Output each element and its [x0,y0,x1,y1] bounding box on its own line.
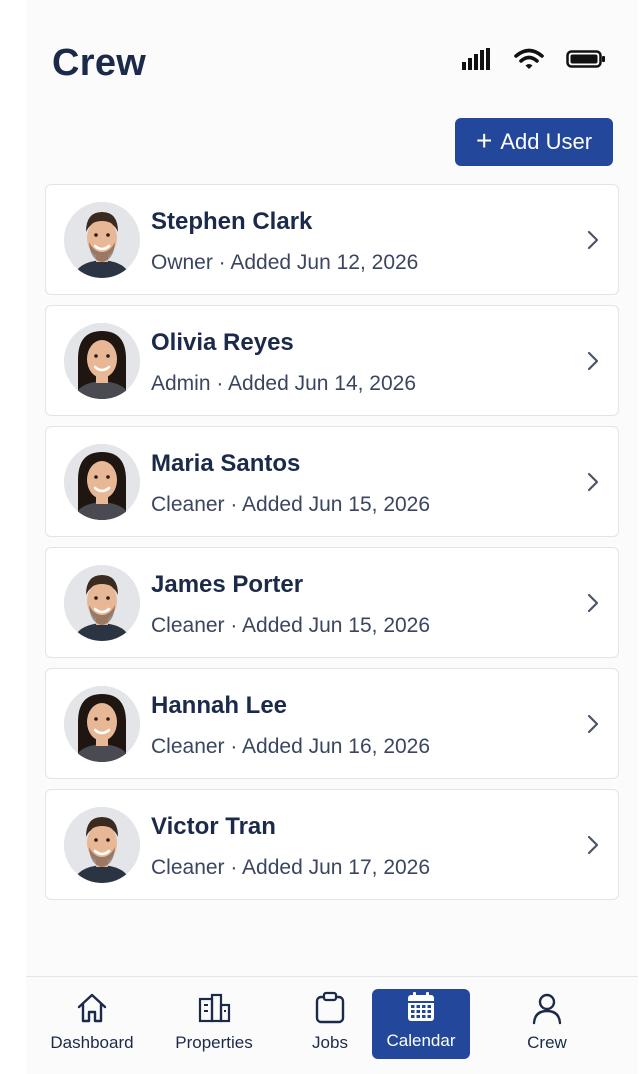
avatar [64,444,140,520]
user-card[interactable]: Olivia Reyes Admin · Added Jun 14, 2026 [45,305,619,416]
buildings-icon [197,989,231,1025]
user-name: James Porter [151,571,304,598]
nav-item-dashboard[interactable]: Dashboard [43,989,141,1059]
chevron-right-icon [586,471,600,498]
nav-label: Jobs [312,1033,348,1052]
page-title: Crew [52,42,147,84]
wifi-icon [514,48,544,70]
nav-label: Calendar [386,1031,456,1050]
nav-item-jobs[interactable]: Jobs [281,989,379,1059]
avatar [64,202,140,278]
chevron-right-icon [586,592,600,619]
avatar [64,686,140,762]
clipboard-icon [313,989,347,1025]
user-role-date: Cleaner · Added Jun 17, 2026 [151,856,431,879]
bottom-navigation: Dashboard Properties Jobs Calendar Crew [26,976,638,1074]
user-name: Maria Santos [151,450,301,477]
nav-label: Dashboard [50,1033,134,1052]
nav-item-properties[interactable]: Properties [165,989,263,1059]
signal-icon [462,48,492,70]
user-list: Stephen Clark Owner · Added Jun 12, 2026 O… [45,184,619,910]
battery-icon [566,48,606,70]
user-name: Olivia Reyes [151,329,294,356]
calendar-icon [406,989,436,1023]
avatar [64,323,140,399]
user-name: Victor Tran [151,813,276,840]
user-card[interactable]: Maria Santos Cleaner · Added Jun 15, 2026 [45,426,619,537]
user-name: Stephen Clark [151,208,313,235]
nav-item-calendar[interactable]: Calendar [372,989,470,1059]
add-user-button[interactable]: + Add User [455,118,613,166]
home-icon [75,989,109,1025]
user-role-date: Owner · Added Jun 12, 2026 [151,251,419,274]
plus-icon: + [475,124,493,156]
status-bar [462,48,606,70]
nav-label: Properties [175,1033,253,1052]
nav-label: Crew [527,1033,567,1052]
add-user-label: Add User [500,129,593,154]
avatar [64,565,140,641]
chevron-right-icon [586,229,600,256]
user-role-date: Cleaner · Added Jun 16, 2026 [151,735,431,758]
nav-item-crew[interactable]: Crew [498,989,596,1059]
user-card[interactable]: James Porter Cleaner · Added Jun 15, 2026 [45,547,619,658]
chevron-right-icon [586,350,600,377]
chevron-right-icon [586,834,600,861]
user-name: Hannah Lee [151,692,288,719]
user-role-date: Admin · Added Jun 14, 2026 [151,372,417,395]
user-role-date: Cleaner · Added Jun 15, 2026 [151,493,431,516]
user-card[interactable]: Hannah Lee Cleaner · Added Jun 16, 2026 [45,668,619,779]
avatar [64,807,140,883]
user-card[interactable]: Victor Tran Cleaner · Added Jun 17, 2026 [45,789,619,900]
person-icon [530,989,564,1025]
user-role-date: Cleaner · Added Jun 15, 2026 [151,614,431,637]
chevron-right-icon [586,713,600,740]
user-card[interactable]: Stephen Clark Owner · Added Jun 12, 2026 [45,184,619,295]
